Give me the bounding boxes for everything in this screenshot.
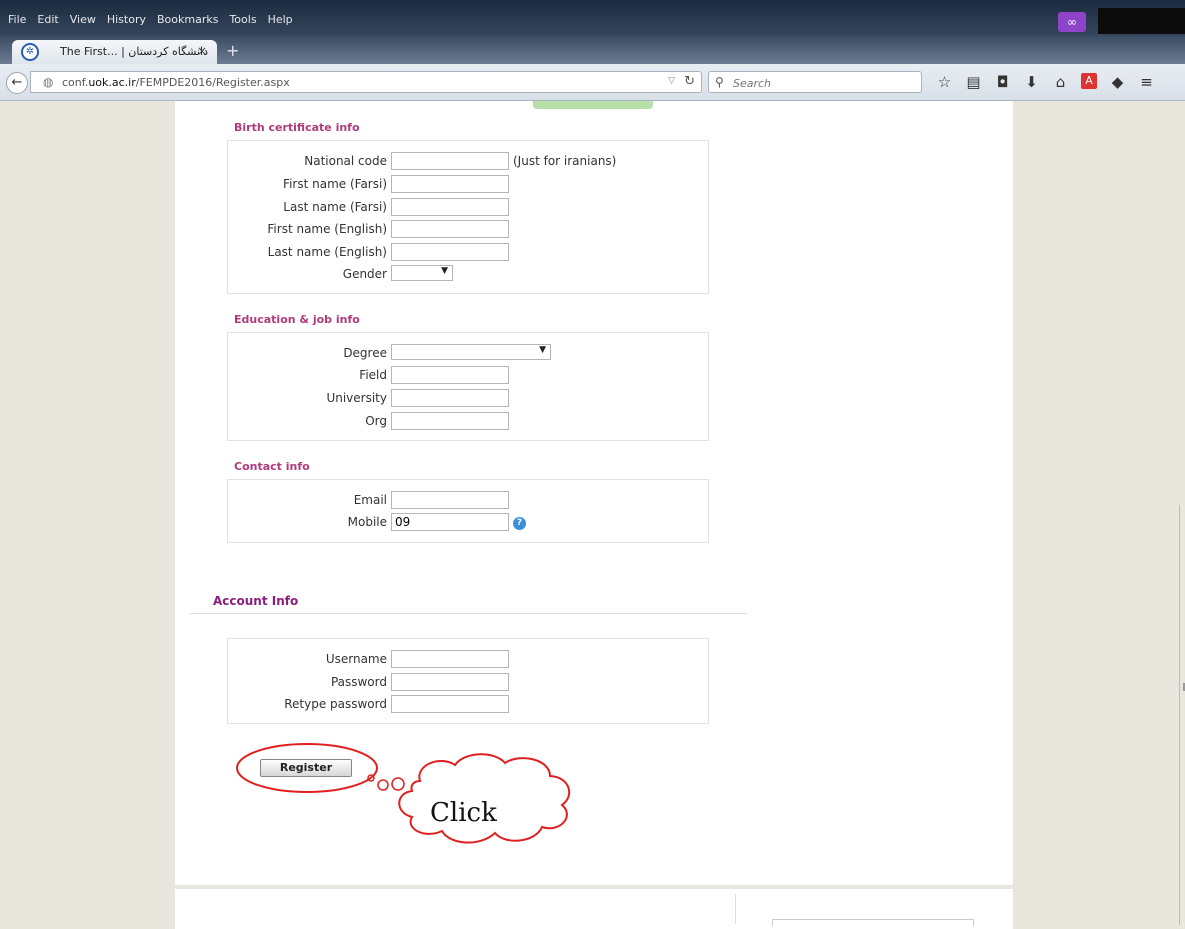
last-name-farsi-label: Last name (Farsi) <box>283 200 387 214</box>
last-name-english-label: Last name (English) <box>267 245 387 259</box>
password-input[interactable] <box>391 673 509 691</box>
search-input[interactable] <box>731 74 915 92</box>
site-favicon-icon: ✲ <box>21 43 39 61</box>
mobile-input[interactable] <box>391 513 509 531</box>
bookmark-star-icon[interactable]: ☆ <box>930 73 959 91</box>
first-name-english-label: First name (English) <box>267 222 387 236</box>
tab-title: The First... | دانشگاه کردستان <box>60 45 208 58</box>
field-label: Field <box>359 368 387 382</box>
vertical-scrollbar[interactable] <box>1179 505 1185 925</box>
chevron-down-icon: ▼ <box>539 345 546 355</box>
register-button[interactable]: Register <box>260 759 352 777</box>
home-icon[interactable]: ⌂ <box>1046 73 1075 91</box>
chevron-down-icon: ▼ <box>441 266 448 276</box>
account-divider <box>190 613 747 614</box>
window-controls-area <box>1098 8 1185 34</box>
addon-diamond-icon[interactable]: ◆ <box>1103 73 1132 91</box>
footer-divider <box>735 894 736 924</box>
new-tab-button[interactable]: + <box>226 41 239 60</box>
menu-history[interactable]: History <box>107 13 146 26</box>
first-name-farsi-input[interactable] <box>391 175 509 193</box>
first-name-english-input[interactable] <box>391 220 509 238</box>
hamburger-menu-icon[interactable]: ≡ <box>1132 73 1161 91</box>
degree-select[interactable]: ▼ <box>391 344 551 360</box>
mobile-label: Mobile <box>347 515 387 529</box>
back-arrow-icon[interactable]: ← <box>6 72 28 94</box>
globe-icon: ◍ <box>43 75 54 89</box>
reload-icon[interactable]: ↻ <box>684 74 695 89</box>
menu-tools[interactable]: Tools <box>229 13 256 26</box>
menu-bar: File Edit View History Bookmarks Tools H… <box>0 0 1185 36</box>
national-code-input[interactable] <box>391 152 509 170</box>
email-label: Email <box>353 493 387 507</box>
page-background: Birth certificate info National code (Ju… <box>0 101 1185 929</box>
first-name-farsi-label: First name (Farsi) <box>283 177 387 191</box>
url-dropdown-icon[interactable]: ▽ <box>668 76 675 86</box>
last-name-farsi-input[interactable] <box>391 198 509 216</box>
download-icon[interactable]: ⬇ <box>1017 73 1046 91</box>
menu-edit[interactable]: Edit <box>37 13 58 26</box>
private-browsing-mask-icon[interactable]: ∞ <box>1058 12 1086 32</box>
retype-password-label: Retype password <box>284 697 387 711</box>
contact-section-title: Contact info <box>234 460 310 473</box>
gender-select[interactable]: ▼ <box>391 265 453 281</box>
username-label: Username <box>325 652 387 666</box>
menu-items: File Edit View History Bookmarks Tools H… <box>8 13 293 26</box>
org-label: Org <box>365 414 387 428</box>
click-callout-annotation <box>236 743 571 844</box>
menu-view[interactable]: View <box>70 13 96 26</box>
reading-list-icon[interactable]: ▤ <box>959 73 988 91</box>
account-info-title: Account Info <box>213 594 299 608</box>
pdf-addon-icon[interactable]: A <box>1081 73 1097 89</box>
username-input[interactable] <box>391 650 509 668</box>
pocket-icon[interactable]: ◘ <box>988 73 1017 91</box>
help-question-icon[interactable]: ? <box>513 517 526 530</box>
tab-close-icon[interactable]: × <box>197 44 207 58</box>
birth-section-title: Birth certificate info <box>234 121 360 134</box>
tab-active[interactable]: The First... | دانشگاه کردستان ✲ × <box>12 40 217 64</box>
field-input[interactable] <box>391 366 509 384</box>
green-tab-button[interactable] <box>533 101 653 109</box>
email-input[interactable] <box>391 491 509 509</box>
url-text: conf.uok.ac.ir/FEMPDE2016/Register.aspx <box>62 76 290 89</box>
education-section-title: Education & job info <box>234 313 360 326</box>
degree-label: Degree <box>343 346 387 360</box>
password-label: Password <box>330 675 387 689</box>
url-bar[interactable]: ◍ conf.uok.ac.ir/FEMPDE2016/Register.asp… <box>30 71 702 93</box>
gender-label: Gender <box>342 267 387 281</box>
national-code-note: (Just for iranians) <box>513 154 617 168</box>
contact-section-box <box>227 479 709 543</box>
search-icon: ⚲ <box>715 75 724 89</box>
retype-password-input[interactable] <box>391 695 509 713</box>
menu-help[interactable]: Help <box>268 13 293 26</box>
national-code-label: National code <box>304 154 387 168</box>
org-input[interactable] <box>391 412 509 430</box>
menu-bookmarks[interactable]: Bookmarks <box>157 13 218 26</box>
university-label: University <box>326 391 387 405</box>
last-name-english-input[interactable] <box>391 243 509 261</box>
menu-file[interactable]: File <box>8 13 26 26</box>
toolbar-icons: ☆ ▤ ◘ ⬇ ⌂ A ◆ ≡ <box>930 73 1161 91</box>
university-input[interactable] <box>391 389 509 407</box>
callout-click-text: Click <box>430 798 497 828</box>
search-bar[interactable]: ⚲ <box>708 71 922 93</box>
